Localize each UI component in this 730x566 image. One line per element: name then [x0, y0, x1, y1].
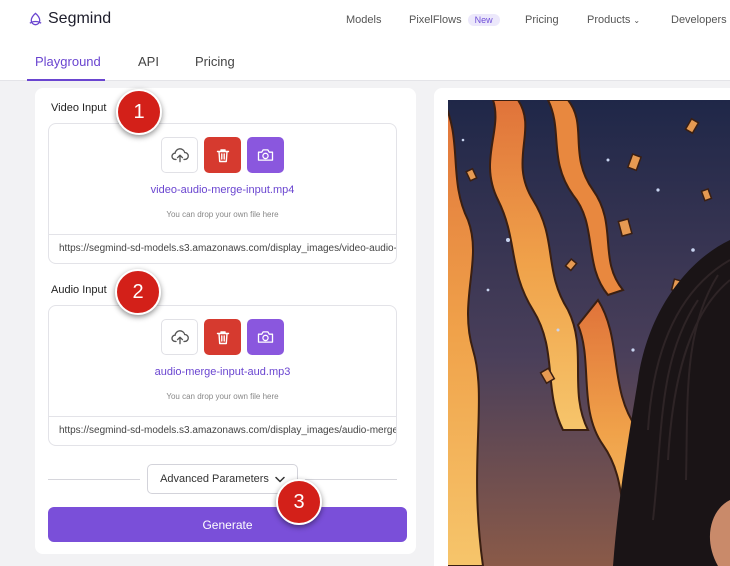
camera-icon [257, 331, 274, 343]
audio-upload-button[interactable] [161, 319, 198, 355]
divider-right [305, 479, 397, 480]
nav-models[interactable]: Models [346, 14, 381, 26]
advanced-parameters-button[interactable]: Advanced Parameters [147, 464, 298, 494]
nav-pricing[interactable]: Pricing [525, 14, 559, 26]
video-delete-button[interactable] [204, 137, 241, 173]
audio-upload-box[interactable]: audio-merge-input-aud.mp3 You can drop y… [48, 305, 397, 446]
segmind-logo-icon [29, 12, 42, 25]
new-badge: New [467, 14, 500, 26]
segmind-logo[interactable]: Segmind [28, 10, 111, 28]
audio-upload-actions [161, 319, 284, 355]
callout-3: 3 [276, 479, 322, 525]
sub-navigation: Playground API Pricing [0, 40, 730, 81]
audio-camera-button[interactable] [247, 319, 284, 355]
video-drop-hint: You can drop your own file here [166, 210, 279, 219]
audio-input-label: Audio Input [51, 284, 107, 296]
nav-pixelflows[interactable]: PixelFlows New [409, 14, 500, 26]
audio-drop-hint: You can drop your own file here [166, 392, 279, 401]
cloud-upload-icon [170, 330, 189, 345]
video-file-name[interactable]: video-audio-merge-input.mp4 [49, 184, 396, 196]
divider-left [48, 479, 140, 480]
tab-pricing[interactable]: Pricing [195, 54, 235, 69]
audio-file-name[interactable]: audio-merge-input-aud.mp3 [49, 366, 396, 378]
nav-developers[interactable]: Developers [671, 14, 727, 26]
chevron-down-icon [275, 476, 285, 482]
trash-icon [216, 148, 229, 162]
output-preview-image [448, 100, 730, 566]
nav-products-label: Products [587, 14, 631, 26]
video-camera-button[interactable] [247, 137, 284, 173]
video-input-label: Video Input [51, 102, 107, 114]
preview-artwork [448, 100, 730, 566]
chevron-down-icon: ⌄ [633, 16, 641, 25]
video-upload-actions [161, 137, 284, 173]
video-upload-button[interactable] [161, 137, 198, 173]
tab-playground[interactable]: Playground [35, 54, 101, 69]
generate-button[interactable]: Generate [48, 507, 407, 542]
nav-products[interactable]: Products ⌄ [587, 14, 640, 26]
camera-icon [257, 149, 274, 161]
audio-delete-button[interactable] [204, 319, 241, 355]
tab-api[interactable]: API [138, 54, 159, 69]
brand-name: Segmind [48, 10, 112, 27]
top-navigation: Segmind Models PixelFlows New Pricing Pro… [0, 0, 730, 40]
trash-icon [216, 330, 229, 344]
callout-1: 1 [116, 89, 162, 135]
video-upload-box[interactable]: video-audio-merge-input.mp4 You can drop… [48, 123, 397, 264]
cloud-upload-icon [170, 148, 189, 163]
active-tab-indicator [27, 79, 105, 81]
nav-pixelflows-label: PixelFlows [409, 14, 462, 26]
advanced-parameters-label: Advanced Parameters [160, 473, 269, 485]
audio-url-input[interactable]: https://segmind-sd-models.s3.amazonaws.c… [49, 416, 396, 446]
video-url-input[interactable]: https://segmind-sd-models.s3.amazonaws.c… [49, 234, 396, 264]
callout-2: 2 [115, 269, 161, 315]
